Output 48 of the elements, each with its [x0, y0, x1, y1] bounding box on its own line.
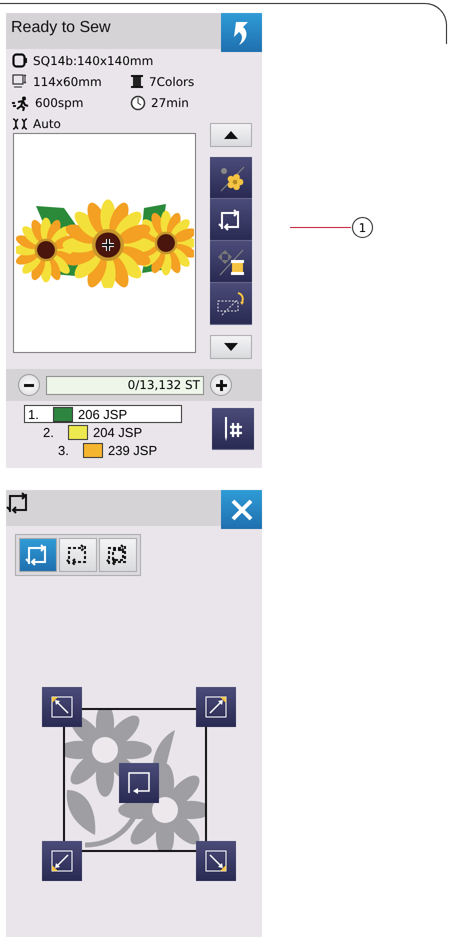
scroll-up-button[interactable] — [210, 123, 252, 147]
trace-mode-button[interactable] — [59, 538, 97, 572]
tension-icon — [12, 117, 28, 131]
thread-code: 239 JSP — [108, 442, 158, 458]
hoop-icon — [12, 53, 28, 68]
trace-mode-button[interactable] — [99, 538, 137, 572]
plus-icon — [216, 380, 226, 390]
info-text: 7Colors — [149, 74, 194, 88]
function-button[interactable] — [210, 199, 252, 241]
thread-code: 206 JSP — [78, 406, 128, 422]
needle-number-button[interactable] — [212, 408, 254, 450]
runner-icon — [12, 96, 30, 110]
scroll-down-button[interactable] — [210, 335, 252, 359]
color-number: 1. — [28, 406, 40, 422]
color-number: 2. — [43, 424, 55, 440]
function-button[interactable] — [210, 157, 252, 199]
screen-title: Ready to Sew — [10, 18, 112, 38]
size-icon — [12, 74, 28, 89]
stitch-counter-field: 0/13,132 ST — [46, 376, 204, 394]
corner-button[interactable] — [196, 687, 236, 727]
up-arrow-icon — [224, 131, 238, 139]
close-icon — [230, 498, 252, 520]
info-text: 600spm — [35, 96, 84, 110]
minus-icon — [24, 384, 34, 386]
color-list-item[interactable]: 2. 204 JSP — [24, 423, 182, 441]
plus-button[interactable] — [210, 374, 232, 396]
info-text: SQ14b:140x140mm — [33, 54, 154, 68]
color-list-item[interactable]: 1. 206 JSP — [24, 405, 182, 423]
info-text: Auto — [33, 117, 61, 131]
leader-line — [290, 227, 351, 228]
info-text: 114x60mm — [33, 74, 102, 88]
thread-code: 204 JSP — [93, 424, 142, 440]
corner-button[interactable] — [196, 841, 236, 881]
return-button[interactable] — [221, 13, 262, 52]
corner-button[interactable] — [42, 841, 82, 881]
clock-icon — [130, 95, 146, 111]
minus-button[interactable] — [18, 374, 40, 396]
function-button[interactable] — [210, 283, 252, 325]
color-list-item[interactable]: 3. 239 JSP — [24, 441, 182, 459]
down-arrow-icon — [224, 343, 238, 351]
info-text: 27min — [151, 96, 189, 110]
corner-button[interactable] — [42, 687, 82, 727]
start-point-button[interactable] — [119, 763, 159, 803]
spool-icon — [130, 74, 144, 89]
color-number: 3. — [58, 442, 70, 458]
function-button[interactable] — [210, 241, 252, 283]
close-button[interactable] — [221, 490, 262, 529]
callout-number: 1 — [352, 217, 373, 238]
